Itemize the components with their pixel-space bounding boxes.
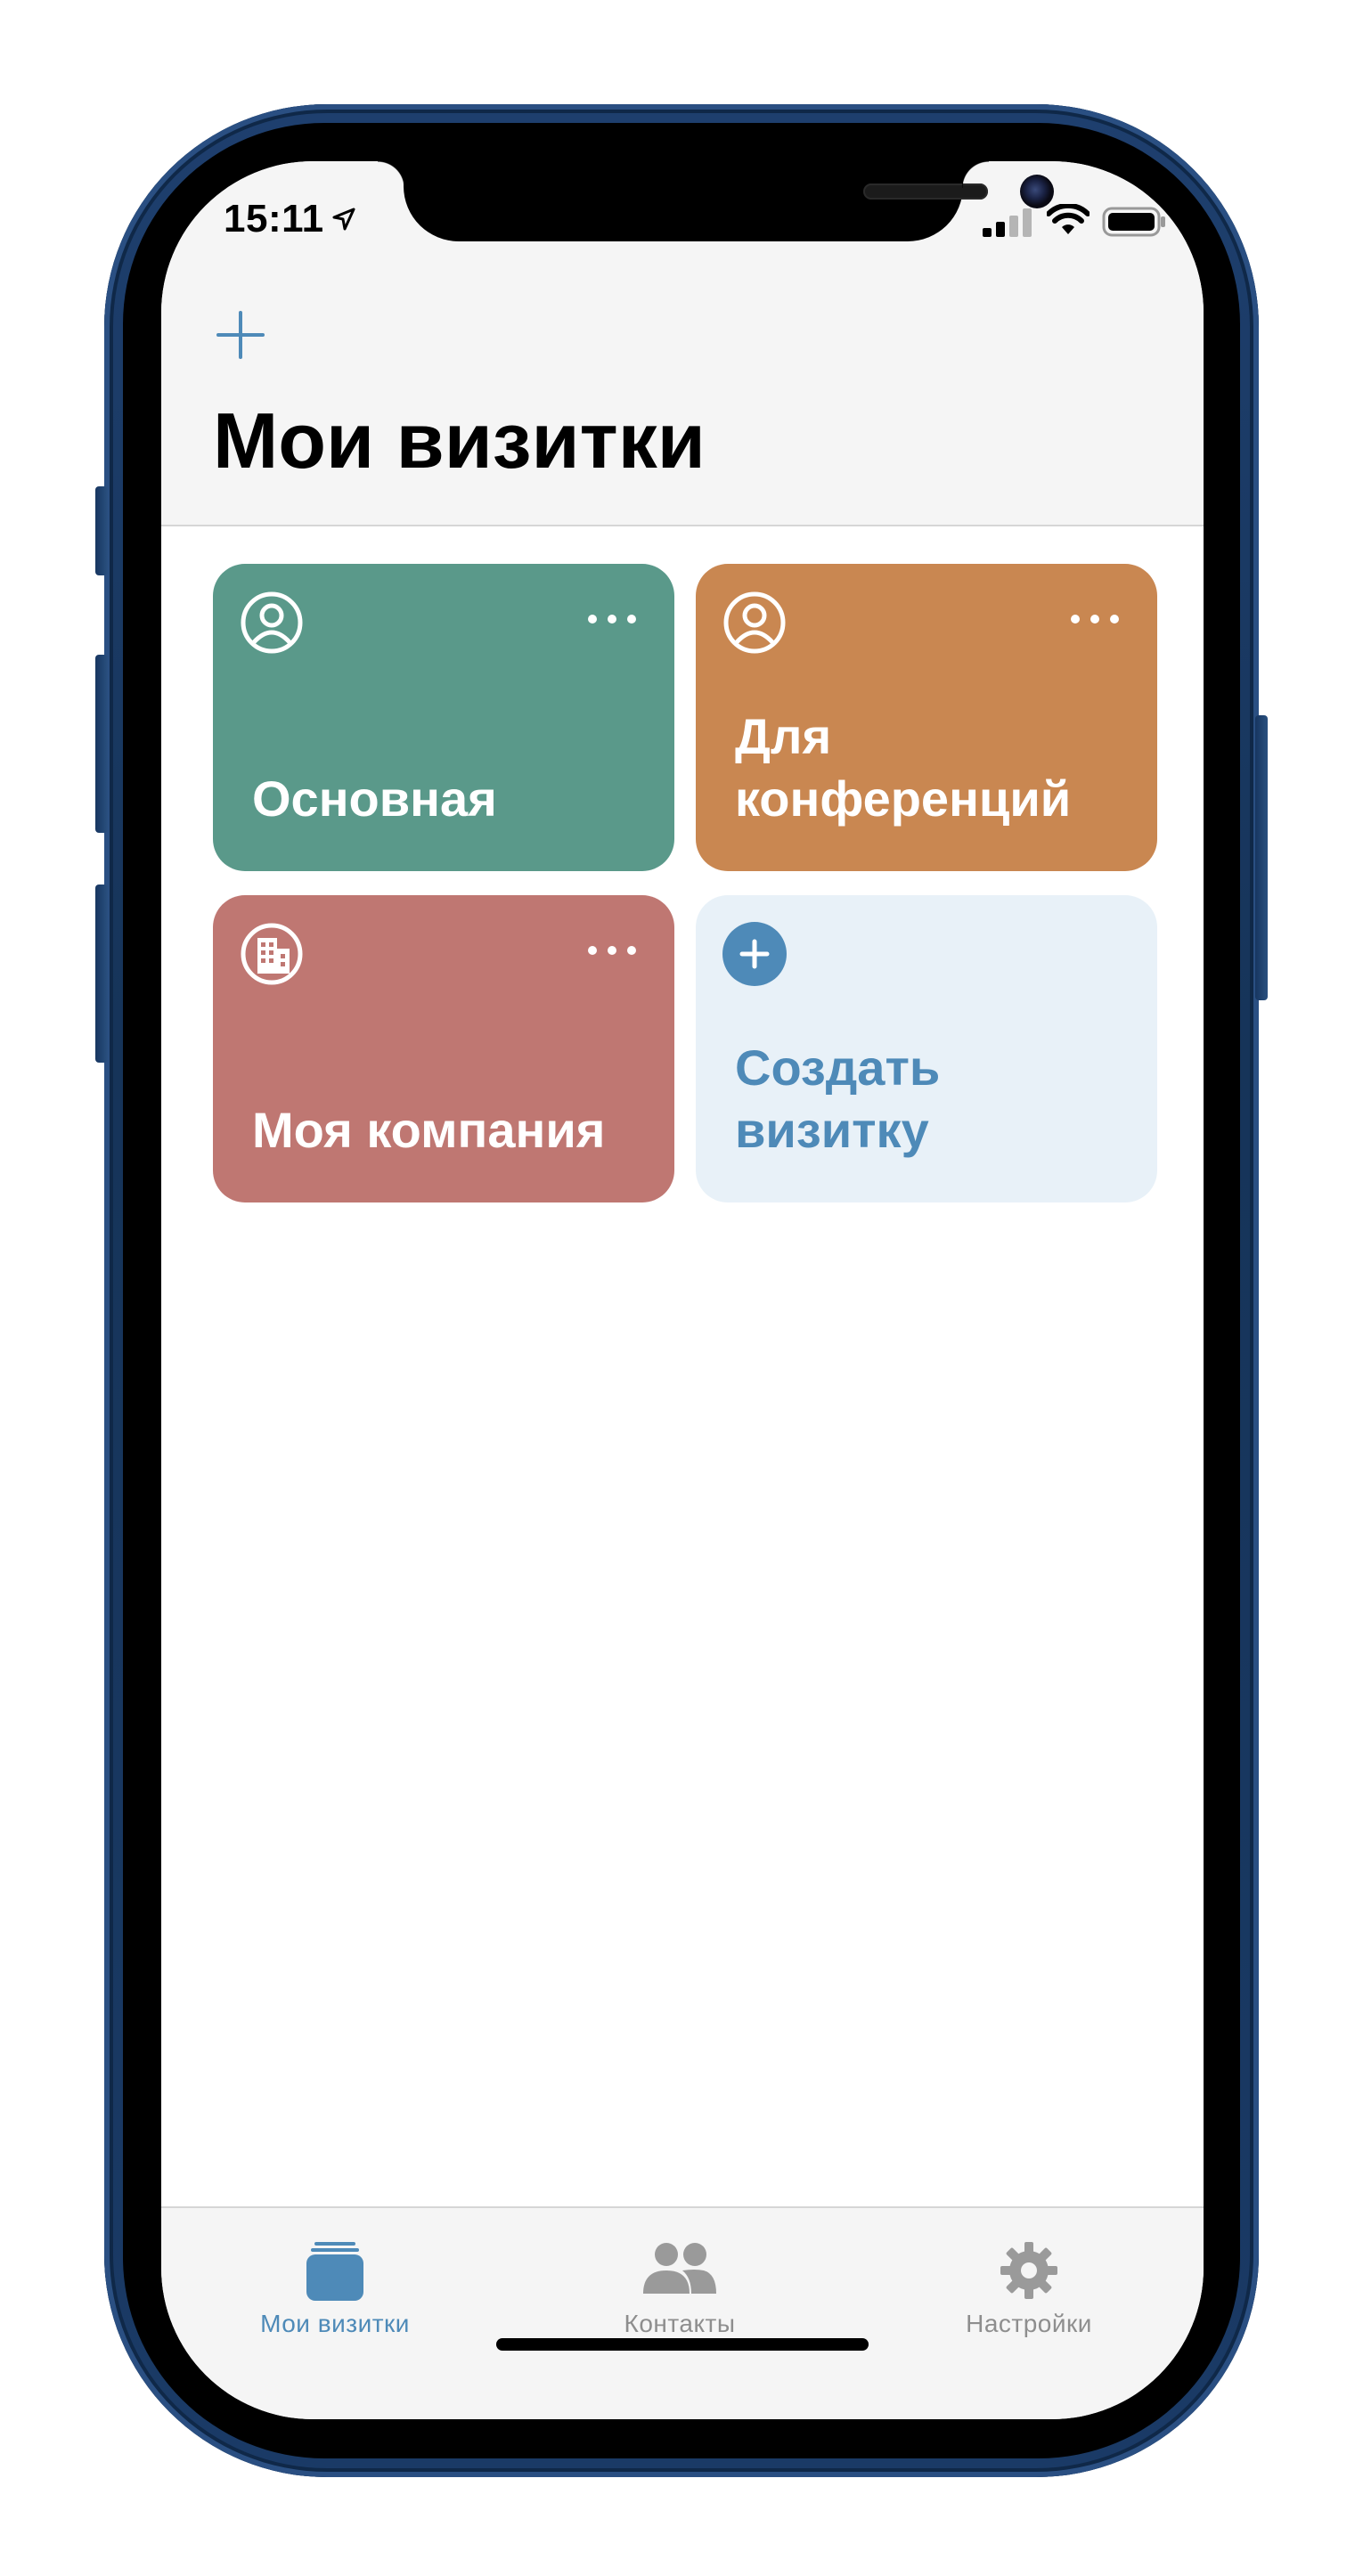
person-circle-icon bbox=[723, 591, 786, 654]
people-icon bbox=[643, 2243, 716, 2294]
cellular-signal-icon bbox=[983, 208, 1032, 237]
device-mockup: 15:11 Мои визитки Основная Для конференц… bbox=[0, 0, 1363, 2576]
tab-label: Контакты bbox=[624, 2310, 736, 2337]
front-camera bbox=[1020, 175, 1054, 208]
cards-stack-icon bbox=[306, 2242, 363, 2301]
volume-up-button bbox=[95, 655, 108, 833]
card-label: Основная bbox=[252, 770, 497, 827]
more-menu-button[interactable] bbox=[585, 610, 639, 628]
tab-bar: Мои визитки Контакты Настройки bbox=[161, 2206, 1204, 2419]
tab-settings[interactable]: Настройки bbox=[895, 2226, 1163, 2342]
card-company[interactable]: Моя компания bbox=[213, 895, 674, 1202]
power-button bbox=[1255, 715, 1268, 1000]
building-circle-icon bbox=[241, 923, 303, 985]
silent-switch bbox=[95, 486, 108, 575]
volume-down-button bbox=[95, 884, 108, 1063]
home-indicator[interactable] bbox=[496, 2338, 869, 2351]
tab-label: Мои визитки bbox=[260, 2310, 410, 2337]
phone-screen: 15:11 Мои визитки Основная Для конференц… bbox=[161, 161, 1204, 2419]
person-circle-icon bbox=[241, 591, 303, 654]
card-main[interactable]: Основная bbox=[213, 564, 674, 871]
card-label: Моя компания bbox=[252, 1102, 606, 1158]
card-label: Создать визитку bbox=[735, 1039, 941, 1158]
gear-icon bbox=[1000, 2242, 1057, 2299]
more-menu-button[interactable] bbox=[1068, 610, 1122, 628]
plus-circle-icon bbox=[722, 922, 787, 986]
more-menu-button[interactable] bbox=[585, 942, 639, 959]
add-card-button[interactable] bbox=[209, 304, 272, 366]
battery-icon bbox=[1102, 207, 1165, 237]
location-arrow-icon bbox=[332, 208, 355, 231]
card-conferences[interactable]: Для конференций bbox=[696, 564, 1157, 871]
card-label: Для конференций bbox=[735, 708, 1072, 827]
wifi-icon bbox=[1047, 204, 1090, 234]
speaker-grille bbox=[863, 183, 988, 200]
status-time: 15:11 bbox=[224, 197, 324, 240]
create-card-button[interactable]: Создать визитку bbox=[696, 895, 1157, 1202]
tab-label: Настройки bbox=[966, 2310, 1092, 2337]
page-title: Мои визитки bbox=[213, 396, 706, 485]
notch bbox=[378, 161, 1054, 241]
tab-contacts[interactable]: Контакты bbox=[546, 2226, 813, 2342]
tab-my-cards[interactable]: Мои визитки bbox=[201, 2226, 469, 2342]
